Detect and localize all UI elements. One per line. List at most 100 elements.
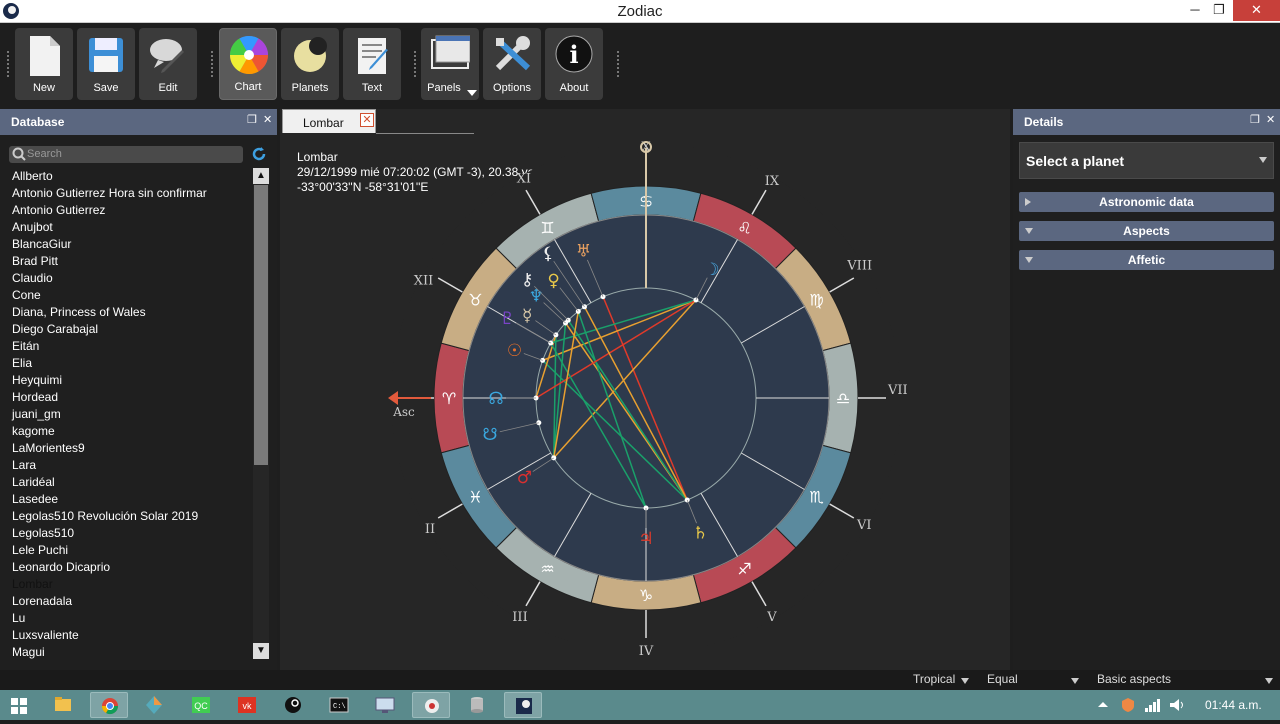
clock[interactable]: 01:44 a.m.	[1205, 698, 1262, 712]
list-item[interactable]: kagome	[0, 423, 252, 440]
close-icon[interactable]: ✕	[1266, 113, 1278, 126]
chart-wheel-icon	[229, 35, 269, 75]
mercury-glyph-icon: ☿	[522, 306, 532, 326]
chiron-glyph-icon: ⚷	[521, 270, 533, 290]
list-item[interactable]: Legolas510 Revolución Solar 2019	[0, 508, 252, 525]
database-icon[interactable]	[458, 692, 496, 718]
search-input[interactable]: Search	[9, 146, 243, 163]
house-system-combo[interactable]: Equal	[987, 672, 1079, 686]
list-item[interactable]: Luxsvaliente	[0, 627, 252, 644]
close-button[interactable]: ✕	[1233, 0, 1280, 21]
about-button[interactable]: i About	[545, 28, 603, 100]
save-button[interactable]: Save	[77, 28, 135, 100]
steam-icon[interactable]	[274, 692, 312, 718]
options-button[interactable]: Options	[483, 28, 541, 100]
text-document-icon	[358, 38, 388, 74]
planets-button[interactable]: Planets	[281, 28, 339, 100]
lilith-glyph-icon: ⚸	[542, 244, 554, 264]
list-item[interactable]: Allberto	[0, 168, 252, 185]
planet-select-value: Select a planet	[1026, 153, 1125, 169]
aspect-set-value: Basic aspects	[1097, 672, 1172, 686]
app-search-icon[interactable]	[412, 692, 450, 718]
uranus-glyph-icon: ♅	[576, 242, 591, 262]
list-item[interactable]: Hordead	[0, 389, 252, 406]
scroll-down-icon[interactable]: ▼	[253, 643, 269, 659]
taskbar: QC vk C:\ 01:44 a.m.	[0, 690, 1280, 720]
scroll-thumb[interactable]	[254, 185, 268, 465]
sign-glyph-icon: ♒	[540, 560, 554, 579]
close-icon[interactable]: ✕	[263, 113, 275, 126]
windows-start-icon[interactable]	[11, 698, 27, 714]
list-item[interactable]: LaMorientes9	[0, 440, 252, 457]
house-label: VIII	[846, 258, 872, 273]
list-item[interactable]: Eitán	[0, 338, 252, 355]
list-item[interactable]: Claudio	[0, 270, 252, 287]
network-icon[interactable]	[1144, 697, 1162, 713]
list-item[interactable]: Cone	[0, 287, 252, 304]
chrome-icon[interactable]	[90, 692, 128, 718]
planet-select[interactable]: Select a planet	[1019, 142, 1274, 179]
list-item[interactable]: Lara	[0, 457, 252, 474]
list-item[interactable]: Antonio Gutierrez	[0, 202, 252, 219]
new-button[interactable]: New	[15, 28, 73, 100]
list-item[interactable]: Leonardo Dicaprio	[0, 559, 252, 576]
chart-label: Chart	[234, 81, 262, 93]
list-item[interactable]: Lele Puchi	[0, 542, 252, 559]
scroll-up-icon[interactable]: ▲	[253, 168, 269, 184]
list-item[interactable]: BlancaGiur	[0, 236, 252, 253]
section-affetic[interactable]: Affetic	[1019, 250, 1274, 270]
list-item[interactable]: Lombar	[0, 576, 252, 593]
section-aspects[interactable]: Aspects	[1019, 221, 1274, 241]
panels-button[interactable]: Panels	[421, 28, 479, 100]
list-item[interactable]: Lasedee	[0, 491, 252, 508]
list-item[interactable]: Brad Pitt	[0, 253, 252, 270]
list-item[interactable]: juani_gm	[0, 406, 252, 423]
text-label: Text	[361, 82, 383, 94]
natal-wheel[interactable]: ♈♉♊♋♌♍♎♏♐♑♒♓XXIXIIIIIIIIVVVIVIIVIIIIXAsc…	[280, 109, 1010, 670]
tray-expand-icon[interactable]	[1098, 700, 1108, 710]
list-item[interactable]: Elia	[0, 355, 252, 372]
list-item[interactable]: Diana, Princess of Wales	[0, 304, 252, 321]
text-button[interactable]: Text	[343, 28, 401, 100]
sign-glyph-icon: ♑	[639, 586, 653, 605]
edit-button[interactable]: Edit	[139, 28, 197, 100]
chevron-down-icon	[1259, 157, 1267, 163]
app-diamond-icon[interactable]	[136, 692, 174, 718]
list-item[interactable]: Lorenadala	[0, 593, 252, 610]
explorer-icon[interactable]	[44, 692, 82, 718]
list-item[interactable]: Anujbot	[0, 219, 252, 236]
chevron-down-icon	[961, 678, 969, 684]
sign-glyph-icon: ♏	[809, 488, 823, 507]
tools-icon	[495, 36, 531, 71]
terminal-icon[interactable]: C:\	[320, 692, 358, 718]
new-label: New	[32, 82, 55, 94]
list-item[interactable]: Heyquimi	[0, 372, 252, 389]
options-label: Options	[493, 82, 531, 94]
remote-desktop-icon[interactable]	[366, 692, 404, 718]
zodiac-app-icon[interactable]	[504, 692, 542, 718]
section-astronomic-data[interactable]: Astronomic data	[1019, 192, 1274, 212]
house-label: XI	[517, 172, 531, 187]
float-icon[interactable]: ❐	[1250, 113, 1262, 126]
floppy-icon	[89, 38, 123, 72]
zodiac-type-combo[interactable]: Tropical	[913, 672, 969, 686]
volume-icon[interactable]	[1168, 697, 1186, 713]
database-title: Database	[11, 115, 65, 129]
list-item[interactable]: Lu	[0, 610, 252, 627]
toolbar-separator	[211, 51, 213, 77]
float-icon[interactable]: ❐	[247, 113, 259, 126]
list-item[interactable]: Magui	[0, 644, 252, 661]
toolbar-separator	[414, 51, 416, 77]
qt-creator-icon[interactable]: QC	[182, 692, 220, 718]
app-red-icon[interactable]: vk	[228, 692, 266, 718]
list-scrollbar[interactable]: ▲ ▼	[253, 168, 269, 659]
refresh-icon[interactable]	[251, 146, 267, 162]
list-item[interactable]: Legolas510	[0, 525, 252, 542]
maximize-button[interactable]: ❐	[1204, 0, 1234, 21]
chart-button[interactable]: Chart	[219, 28, 277, 100]
list-item[interactable]: Antonio Gutierrez Hora sin confirmar	[0, 185, 252, 202]
warning-shield-icon[interactable]	[1120, 697, 1136, 713]
aspect-set-combo[interactable]: Basic aspects	[1097, 672, 1273, 686]
list-item[interactable]: Laridéal	[0, 474, 252, 491]
list-item[interactable]: Diego Carabajal	[0, 321, 252, 338]
